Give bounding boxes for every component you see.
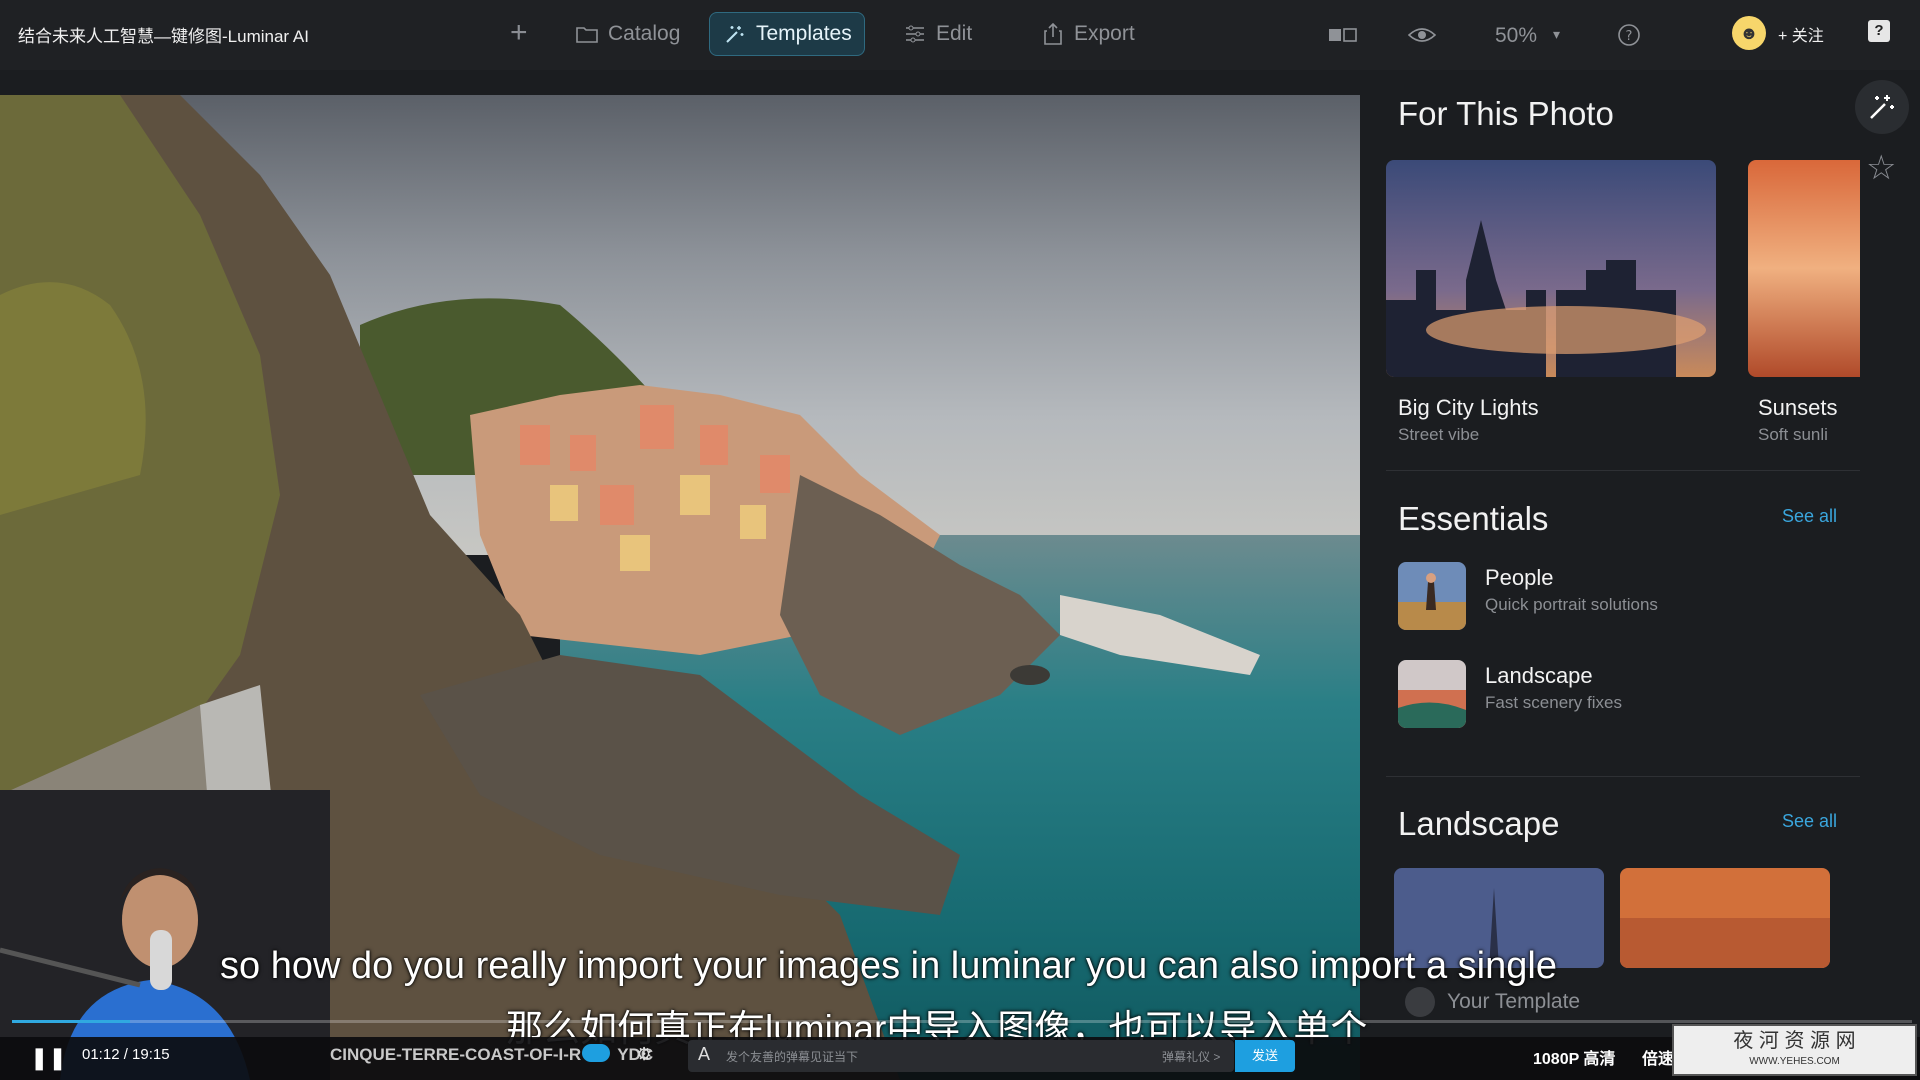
quality-select[interactable]: 1080P 高清 (1533, 1045, 1615, 1069)
chevron-down-icon[interactable]: ▾ (1553, 26, 1560, 43)
your-template-label: Your Template (1447, 990, 1581, 1013)
divider (1386, 470, 1860, 471)
template-title: Big City Lights (1398, 395, 1539, 420)
watermark-text: 夜 河 资 源 网 (1733, 1030, 1856, 1052)
video-time: 01:12 / 19:15 (82, 1046, 170, 1063)
people-thumbnail[interactable] (1398, 562, 1466, 630)
top-bar: 结合未来人工智慧—键修图-Luminar AI + Catalog Templa… (0, 0, 1920, 70)
watermark-logo: 夜 河 资 源 网 WWW.YEHES.COM (1672, 1024, 1917, 1076)
section-title-landscape: Landscape (1398, 805, 1560, 842)
tab-catalog-label: Catalog (608, 22, 681, 45)
avatar[interactable]: ☻ (1732, 16, 1766, 50)
danmu-placeholder: 发个友善的弹幕见证当下 (726, 1050, 859, 1064)
template-subtitle: Street vibe (1398, 425, 1480, 444)
video-progress-fill (12, 1020, 130, 1023)
see-all-essentials-link[interactable]: See all (1782, 506, 1837, 527)
window-title: 结合未来人工智慧—键修图-Luminar AI (18, 27, 309, 46)
subtitle-english: so how do you really import your images … (220, 945, 1557, 987)
template-icon (1405, 987, 1435, 1017)
add-photos-button[interactable]: + (510, 18, 528, 48)
send-button[interactable]: 发送 (1235, 1040, 1295, 1072)
export-icon (1042, 23, 1064, 45)
pause-icon[interactable]: ❚❚ (30, 1045, 67, 1071)
divider (1386, 776, 1860, 777)
star-icon[interactable]: ☆ (1866, 148, 1896, 188)
essentials-item-title[interactable]: Landscape (1485, 663, 1593, 689)
tab-catalog[interactable]: Catalog (562, 12, 694, 56)
see-all-landscape-link[interactable]: See all (1782, 811, 1837, 832)
templates-panel: For This Photo Big City Lights Street vi… (1360, 70, 1860, 1080)
tab-edit-label: Edit (936, 22, 973, 45)
essentials-item-subtitle: Fast scenery fixes (1485, 693, 1622, 712)
svg-text:?: ? (1626, 29, 1633, 44)
right-rail (1860, 70, 1920, 1080)
danmu-toggle[interactable] (582, 1044, 610, 1062)
template-title: Sunsets (1758, 395, 1838, 420)
template-subtitle: Soft sunli (1758, 425, 1828, 444)
template-card-big-city-lights[interactable] (1386, 160, 1716, 377)
template-card-sunsets[interactable] (1748, 160, 1860, 377)
danmu-settings-icon[interactable]: ⚙ (636, 1044, 652, 1065)
help-icon[interactable]: ? (1614, 20, 1644, 50)
section-title-essentials: Essentials (1398, 500, 1549, 537)
landscape-thumbnail[interactable] (1398, 660, 1466, 728)
sliders-icon (904, 23, 926, 45)
magic-wand-icon (1870, 95, 1894, 119)
tab-edit[interactable]: Edit (890, 12, 986, 56)
video-progress-bar[interactable] (12, 1020, 1912, 1023)
ai-templates-button[interactable] (1855, 80, 1909, 134)
eye-icon[interactable] (1407, 20, 1437, 50)
magic-wand-icon (724, 23, 746, 45)
essentials-item-subtitle: Quick portrait solutions (1485, 595, 1658, 614)
tab-templates[interactable]: Templates (709, 12, 865, 56)
follow-button[interactable]: + 关注 (1778, 22, 1824, 46)
danmu-etiquette-link[interactable]: 弹幕礼仪 > (1162, 1048, 1220, 1065)
compare-icon[interactable] (1328, 20, 1358, 50)
essentials-item-title[interactable]: People (1485, 565, 1554, 591)
folder-icon (576, 23, 598, 45)
tab-export[interactable]: Export (1028, 12, 1149, 56)
tab-export-label: Export (1074, 22, 1135, 45)
feedback-icon[interactable]: ? (1868, 20, 1890, 42)
zoom-level[interactable]: 50% (1495, 24, 1537, 48)
landscape-template-card[interactable] (1620, 868, 1830, 968)
video-filename-text: CINQUE-TERRE-COAST-OF-I-R (330, 1045, 582, 1064)
danmu-style-icon[interactable]: A (698, 1044, 710, 1065)
tab-templates-label: Templates (756, 22, 852, 45)
section-title-for-this-photo: For This Photo (1398, 95, 1614, 132)
watermark-url: WWW.YEHES.COM (1749, 1056, 1840, 1067)
your-template-item[interactable]: Your Template (1405, 987, 1580, 1017)
speed-select[interactable]: 倍速 (1642, 1045, 1674, 1069)
